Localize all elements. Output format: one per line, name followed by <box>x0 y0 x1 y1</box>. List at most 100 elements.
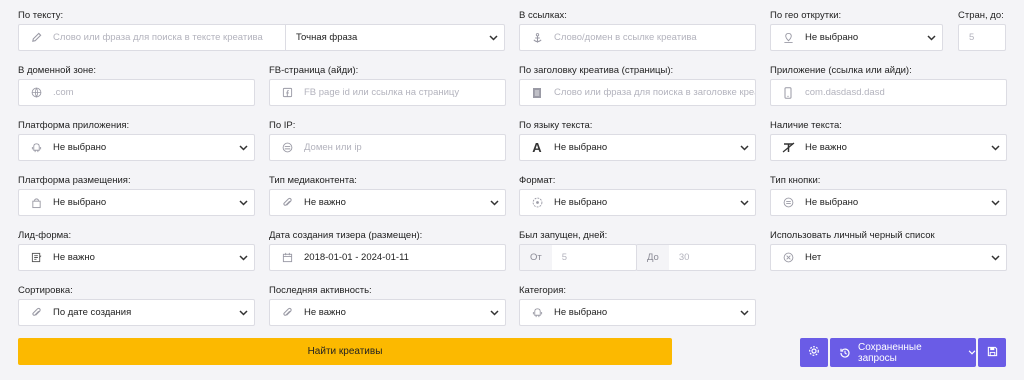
font-icon: A <box>532 140 542 155</box>
days-from-label: От <box>520 245 552 270</box>
created-date-range-value[interactable]: 2018-01-01 - 2024-01-11 <box>304 252 505 263</box>
android-icon <box>520 300 554 325</box>
placement-label: Платформа размещения: <box>18 175 131 186</box>
format-value: Не выбрано <box>554 197 608 208</box>
chevron-down-icon <box>733 199 755 206</box>
countries-label: Стран, до: <box>958 10 1004 21</box>
chevron-down-icon <box>232 144 254 151</box>
app-platform-label: Платформа приложения: <box>18 120 130 131</box>
countries-input[interactable]: 5 <box>959 32 1005 43</box>
text-match-mode-select[interactable]: Точная фраза <box>285 24 505 51</box>
save-icon <box>987 346 998 360</box>
has-text-select[interactable]: Не важно <box>770 134 1007 161</box>
lead-form-select[interactable]: Не важно <box>18 244 255 271</box>
media-type-value: Не важно <box>304 197 346 208</box>
activity-value: Не важно <box>304 307 346 318</box>
placement-select[interactable]: Не выбрано <box>18 189 255 216</box>
links-field[interactable]: Слово/домен в ссылке креатива <box>519 24 756 51</box>
paperclip-icon <box>270 190 304 215</box>
facebook-icon <box>270 80 304 105</box>
sort-value: По дате создания <box>53 307 132 318</box>
domain-zone-label: В доменной зоне: <box>18 65 97 76</box>
chevron-down-icon <box>483 199 505 206</box>
category-label: Категория: <box>519 285 567 296</box>
chevron-down-icon <box>232 254 254 261</box>
fb-page-field[interactable]: FB page id или ссылка на страницу <box>269 79 506 106</box>
chevron-down-icon <box>232 199 254 206</box>
chevron-down-icon <box>232 309 254 316</box>
has-text-label: Наличие текста: <box>770 120 842 131</box>
pencil-icon <box>19 25 53 50</box>
chevron-down-icon <box>968 350 976 355</box>
text-search-label: По тексту: <box>18 10 64 21</box>
sort-select[interactable]: По дате создания <box>18 299 255 326</box>
button-icon <box>771 190 805 215</box>
geo-label: По гео открутки: <box>770 10 842 21</box>
links-input[interactable]: Слово/домен в ссылке креатива <box>554 32 755 43</box>
headline-label: По заголовку креатива (страницы): <box>519 65 674 76</box>
media-type-select[interactable]: Не важно <box>269 189 506 216</box>
created-date-range-field[interactable]: 2018-01-01 - 2024-01-11 <box>269 244 506 271</box>
headline-input[interactable]: Слово или фраза для поиска в заголовке к… <box>554 87 755 98</box>
headline-field[interactable]: Слово или фраза для поиска в заголовке к… <box>519 79 756 106</box>
text-search-field[interactable]: Слово или фраза для поиска в тексте креа… <box>18 24 286 51</box>
lead-form-value: Не важно <box>53 252 95 263</box>
lead-form-label: Лид-форма: <box>18 230 72 241</box>
fb-page-input[interactable]: FB page id или ссылка на страницу <box>304 87 505 98</box>
button-type-select[interactable]: Не выбрано <box>770 189 1007 216</box>
ip-field[interactable]: Домен или ip <box>269 134 506 161</box>
text-search-input[interactable]: Слово или фраза для поиска в тексте креа… <box>53 32 285 43</box>
fb-page-label: FB-страница (айди): <box>269 65 359 76</box>
chevron-down-icon <box>483 309 505 316</box>
days-to-field[interactable]: До 30 <box>636 244 756 271</box>
days-to-input[interactable]: 30 <box>669 252 755 263</box>
domain-zone-input[interactable]: .com <box>53 87 254 98</box>
app-label: Приложение (ссылка или айди): <box>770 65 912 76</box>
paperclip-icon <box>19 300 53 325</box>
cancel-icon <box>771 245 805 270</box>
days-from-field[interactable]: От 5 <box>519 244 637 271</box>
app-platform-select[interactable]: Не выбрано <box>18 134 255 161</box>
map-pin-icon <box>771 25 805 50</box>
no-text-icon <box>771 135 805 160</box>
created-label: Дата создания тизера (размещен): <box>269 230 423 241</box>
format-select[interactable]: Не выбрано <box>519 189 756 216</box>
calendar-icon <box>270 245 304 270</box>
links-label: В ссылках: <box>519 10 567 21</box>
days-running-label: Был запущен, дней: <box>519 230 608 241</box>
chevron-down-icon <box>984 254 1006 261</box>
countries-field[interactable]: 5 <box>958 24 1006 51</box>
settings-button[interactable] <box>800 338 828 367</box>
saved-queries-button[interactable]: Сохраненные запросы <box>830 338 976 367</box>
find-creatives-label: Найти креативы <box>307 346 383 357</box>
geo-select[interactable]: Не выбрано <box>770 24 943 51</box>
ip-label: По IP: <box>269 120 296 131</box>
app-platform-value: Не выбрано <box>53 142 107 153</box>
server-icon <box>270 135 304 160</box>
chevron-down-icon <box>482 34 504 41</box>
blacklist-label: Использовать личный черный список <box>770 230 935 241</box>
chevron-down-icon <box>920 34 942 41</box>
placement-value: Не выбрано <box>53 197 107 208</box>
history-icon <box>839 347 851 359</box>
category-select[interactable]: Не выбрано <box>519 299 756 326</box>
chevron-down-icon <box>984 199 1006 206</box>
save-query-button[interactable] <box>978 338 1006 367</box>
media-type-label: Тип медиаконтента: <box>269 175 357 186</box>
text-lang-select[interactable]: A Не выбрано <box>519 134 756 161</box>
blacklist-value: Нет <box>805 252 822 263</box>
activity-label: Последняя активность: <box>269 285 372 296</box>
text-match-mode-value: Точная фраза <box>296 32 358 43</box>
days-from-input[interactable]: 5 <box>552 252 636 263</box>
ip-input[interactable]: Домен или ip <box>304 142 505 153</box>
domain-zone-field[interactable]: .com <box>18 79 255 106</box>
globe-icon <box>19 80 53 105</box>
activity-select[interactable]: Не важно <box>269 299 506 326</box>
find-creatives-button[interactable]: Найти креативы <box>18 338 672 365</box>
text-lang-value: Не выбрано <box>554 142 608 153</box>
app-input[interactable]: com.dasdasd.dasd <box>805 87 1006 98</box>
blacklist-select[interactable]: Нет <box>770 244 1007 271</box>
days-to-label: До <box>637 245 669 270</box>
app-field[interactable]: com.dasdasd.dasd <box>770 79 1007 106</box>
chevron-down-icon <box>733 309 755 316</box>
